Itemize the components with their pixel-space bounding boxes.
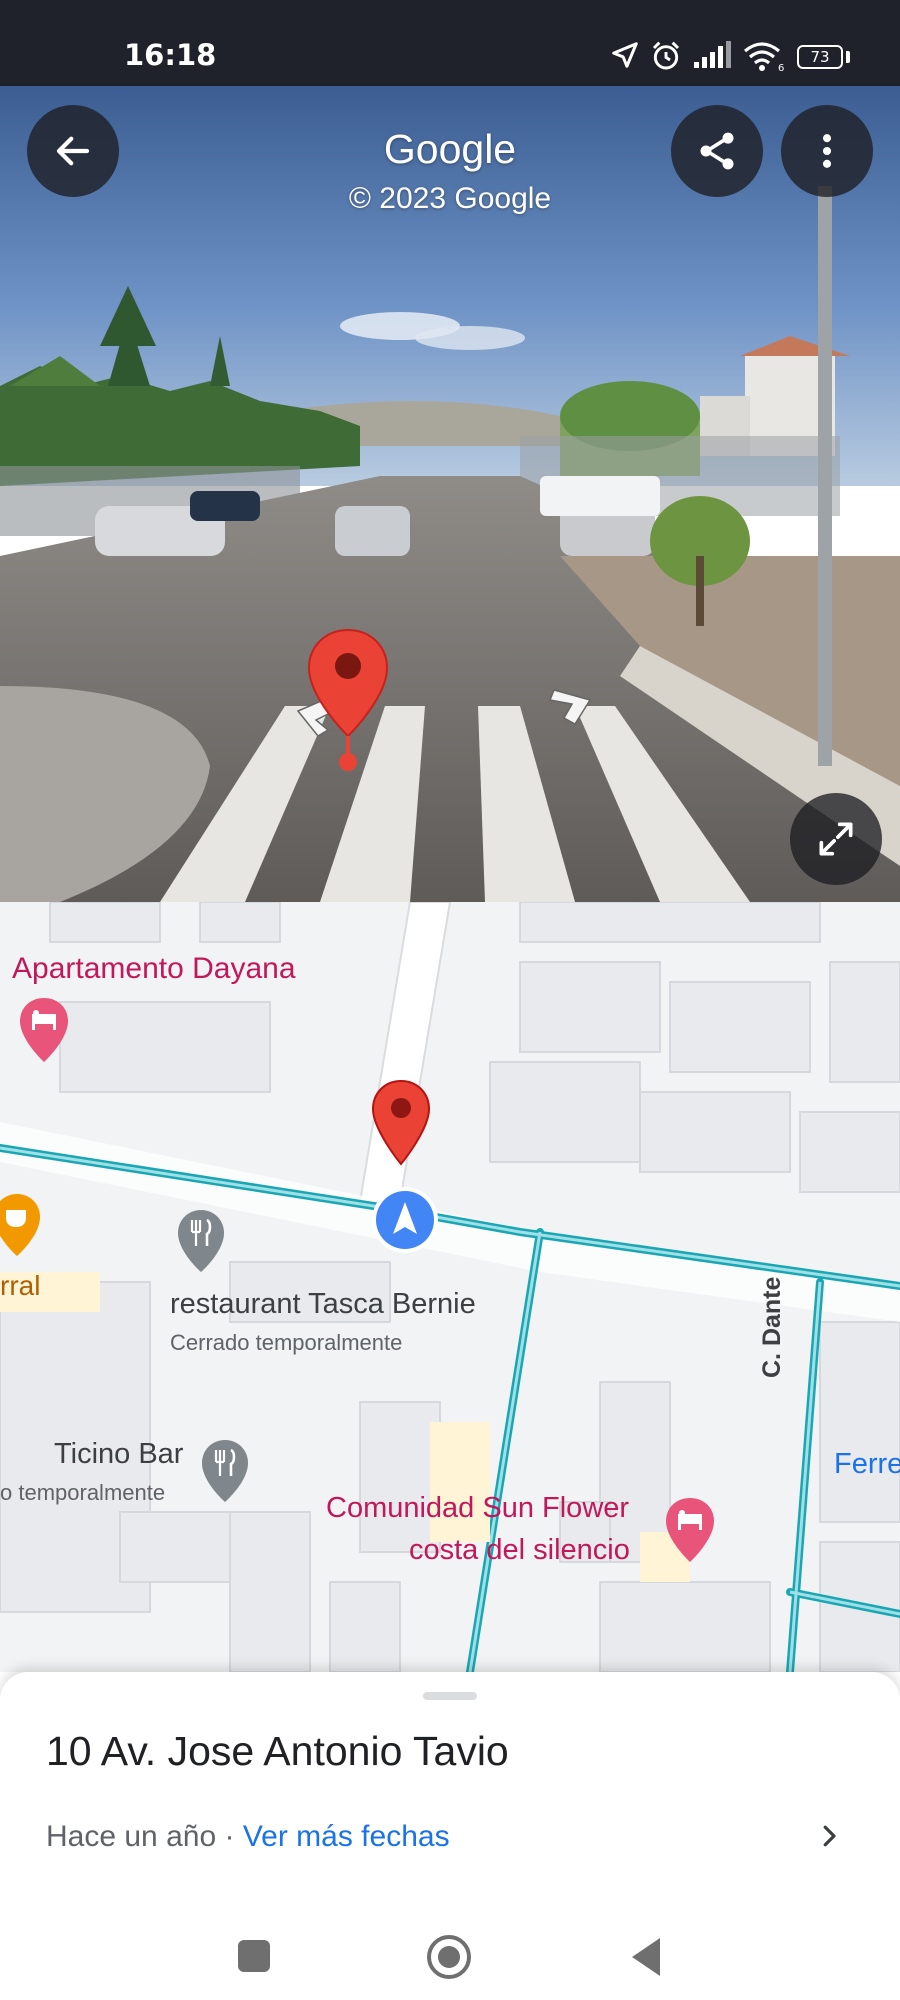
my-location-icon (372, 1187, 438, 1253)
home-button[interactable] (424, 1932, 474, 1982)
place-label-comunidad-sun-flower[interactable]: Comunidad Sun Flower (326, 1492, 629, 1525)
sheet-drag-handle[interactable] (423, 1692, 477, 1700)
place-status-ticino-bar: o temporalmente (0, 1480, 166, 1505)
back-button[interactable] (27, 105, 119, 197)
signal-icon (694, 41, 731, 68)
share-icon (700, 132, 734, 170)
street-view-title: Google (383, 126, 517, 172)
hotel-icon[interactable] (664, 1496, 716, 1564)
wifi-icon: 6 (743, 42, 784, 72)
status-time: 16:18 (124, 38, 217, 72)
restaurant-icon[interactable] (176, 1208, 226, 1274)
more-options-button[interactable] (781, 105, 873, 197)
place-label-apartamento-dayana[interactable]: Apartamento Dayana (12, 952, 296, 986)
address-title: 10 Av. Jose Antonio Tavio (46, 1728, 509, 1774)
status-bar: 16:18 6 73 (0, 0, 900, 86)
fullscreen-button[interactable] (790, 793, 882, 885)
capture-date: Hace un año (46, 1820, 217, 1853)
location-pin-icon (307, 628, 389, 771)
bottom-sheet[interactable]: 10 Av. Jose Antonio Tavio Hace un año · … (0, 1672, 900, 2000)
date-row: Hace un año · Ver más fechas (46, 1820, 450, 1854)
location-arrow-icon (612, 42, 638, 68)
svg-text:6: 6 (778, 63, 784, 72)
street-view-panorama[interactable]: Google © 2023 Google (0, 86, 900, 902)
place-label-rral[interactable]: rral (0, 1270, 40, 1302)
back-nav-button[interactable] (626, 1934, 666, 1980)
street-view-copyright: © 2023 Google (348, 182, 552, 215)
map-view[interactable]: Apartamento Dayana rral restaurant Tasca… (0, 902, 900, 1672)
chevron-right-icon[interactable] (814, 1818, 844, 1854)
battery-icon: 73 (797, 45, 843, 69)
fullscreen-icon (819, 822, 853, 856)
battery-tip (846, 51, 850, 63)
more-dates-link[interactable]: Ver más fechas (243, 1820, 450, 1853)
place-label-ticino-bar[interactable]: Ticino Bar (54, 1438, 183, 1471)
place-label-costa-del-silencio[interactable]: costa del silencio (409, 1534, 630, 1567)
place-status-tasca-bernie: Cerrado temporalmente (170, 1330, 403, 1355)
map-pin-icon (371, 1079, 431, 1166)
cafe-icon[interactable] (0, 1192, 42, 1258)
restaurant-icon[interactable] (200, 1438, 250, 1504)
recent-apps-button[interactable] (234, 1936, 274, 1976)
place-label-tasca-bernie[interactable]: restaurant Tasca Bernie (170, 1288, 476, 1321)
place-label-ferre[interactable]: Ferre (834, 1448, 900, 1481)
alarm-icon (652, 41, 680, 70)
hotel-icon[interactable] (18, 996, 70, 1064)
street-label-c-dante: C. Dante (758, 1276, 786, 1378)
date-separator: · (216, 1820, 243, 1853)
share-button[interactable] (671, 105, 763, 197)
back-arrow-icon (56, 136, 90, 166)
more-vert-icon (822, 134, 832, 168)
